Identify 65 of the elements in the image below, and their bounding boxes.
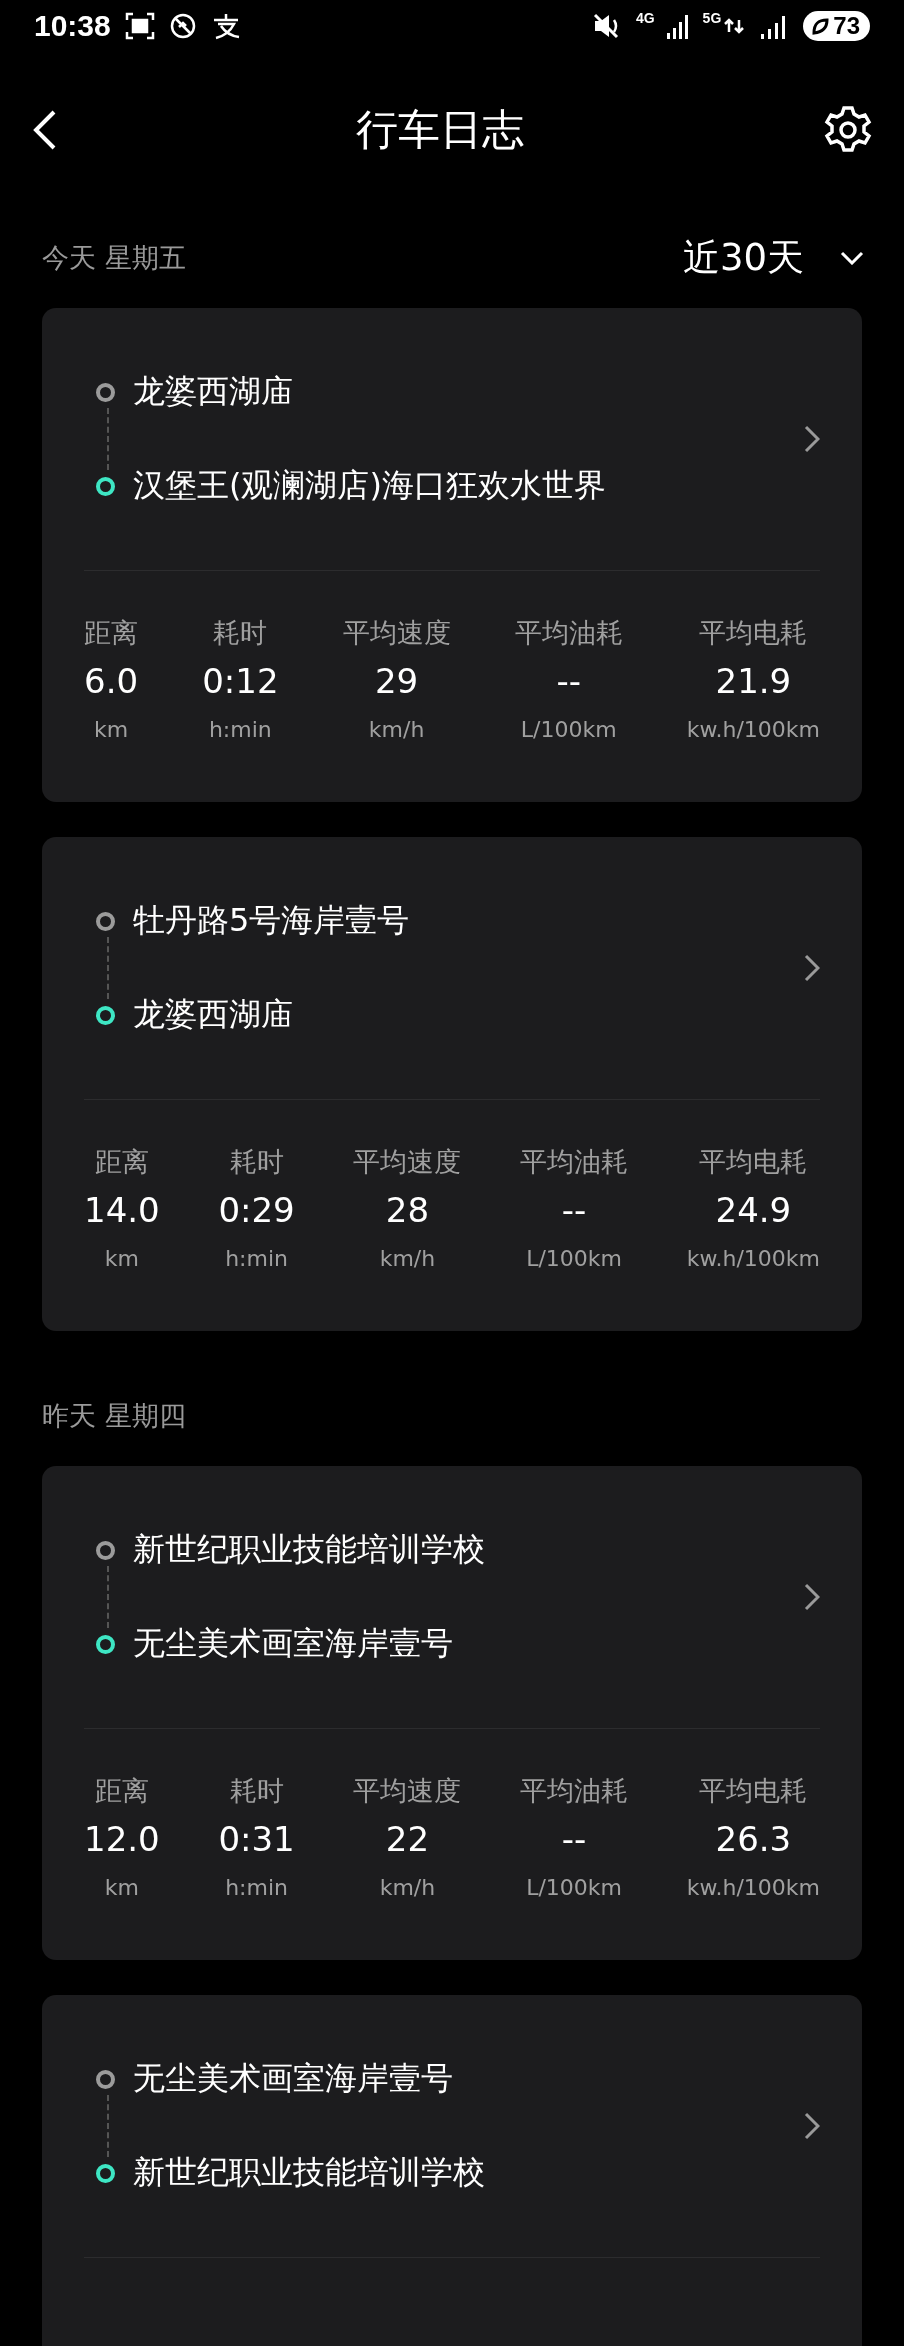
section-date: 今天 星期五	[42, 241, 186, 275]
end-location: 龙婆西湖庙	[133, 994, 293, 1035]
stat-unit: kw.h/100km	[686, 1875, 820, 1900]
stat-unit: h:min	[225, 1246, 288, 1271]
stat-label: 距离	[94, 1774, 149, 1808]
stat-label: 平均电耗	[699, 1145, 808, 1179]
stat-value: 0:29	[218, 1190, 295, 1230]
stat-value: --	[561, 1819, 587, 1859]
stat-unit: kw.h/100km	[686, 717, 820, 742]
stat-value: 6.0	[84, 661, 139, 701]
stat-label: 距离	[94, 1145, 149, 1179]
stat-label: 平均电耗	[699, 616, 808, 650]
status-time: 10:38	[34, 9, 111, 43]
stat-label: 平均油耗	[520, 1774, 629, 1808]
trip-card[interactable]: 新世纪职业技能培训学校 无尘美术画室海岸壹号 距离 12.0 km 耗时 0:31 h:min 平均速度 22 km/h 平均油耗 -- L/100km 平均电耗 26.3 kw.h/100km	[42, 1466, 862, 1960]
battery-indicator: 73	[803, 11, 870, 41]
stat-label: 平均油耗	[514, 616, 623, 650]
start-location: 龙婆西湖庙	[133, 371, 293, 412]
stat-value: 26.3	[715, 1819, 792, 1859]
stat-label: 距离	[84, 616, 139, 650]
stat-value: 14.0	[84, 1190, 160, 1230]
stat-value: --	[556, 661, 581, 701]
stat-value: 22	[385, 1819, 430, 1859]
stat-value: 0:31	[218, 1819, 295, 1859]
stat-label: 平均油耗	[520, 1145, 629, 1179]
stat-unit: L/100km	[526, 1246, 622, 1271]
stat-label: 平均电耗	[699, 1774, 808, 1808]
stat-value: 12.0	[84, 1819, 160, 1859]
stat-unit: km	[104, 1875, 139, 1900]
stat-label: 平均速度	[342, 616, 451, 650]
stat-unit: L/100km	[526, 1875, 622, 1900]
stat-value: 28	[385, 1190, 430, 1230]
stat-label: 平均速度	[353, 1774, 462, 1808]
stat-unit: L/100km	[520, 717, 617, 742]
start-location: 牡丹路5号海岸壹号	[133, 900, 410, 941]
stat-unit: km/h	[368, 717, 425, 742]
stat-unit: km/h	[379, 1246, 436, 1271]
section-date: 昨天 星期四	[42, 1399, 186, 1433]
date-range-dropdown[interactable]: 近30天	[682, 233, 864, 283]
start-location: 无尘美术画室海岸壹号	[133, 2058, 453, 2099]
stat-unit: kw.h/100km	[686, 1246, 820, 1271]
stat-value: 24.9	[715, 1190, 792, 1230]
stat-unit: h:min	[225, 1875, 288, 1900]
stat-label: 平均速度	[353, 1145, 462, 1179]
stat-unit: km	[104, 1246, 139, 1271]
trip-card[interactable]: 无尘美术画室海岸壹号 新世纪职业技能培训学校	[42, 1995, 862, 2346]
end-location: 汉堡王(观澜湖店)海口狂欢水世界	[133, 465, 606, 506]
end-location: 新世纪职业技能培训学校	[133, 2152, 485, 2193]
stat-value: 29	[374, 661, 419, 701]
stat-label: 耗时	[229, 1145, 284, 1179]
network-type: 4G	[635, 10, 655, 26]
end-location: 无尘美术画室海岸壹号	[133, 1623, 453, 1664]
stat-unit: km	[93, 717, 129, 742]
trip-card[interactable]: 龙婆西湖庙 汉堡王(观澜湖店)海口狂欢水世界 距离 6.0 km 耗时 0:12 h:min 平均速度 29 km/h 平均油耗 -- L/100km 平均电耗 21.9 kw.h/100km	[42, 308, 862, 802]
stat-value: 0:12	[202, 661, 279, 701]
stat-unit: km/h	[379, 1875, 436, 1900]
stat-value: --	[561, 1190, 587, 1230]
stat-label: 耗时	[229, 1774, 284, 1808]
network-type: 5G	[702, 10, 722, 26]
start-location: 新世纪职业技能培训学校	[133, 1529, 485, 1570]
stat-label: 耗时	[213, 616, 268, 650]
trip-card[interactable]: 牡丹路5号海岸壹号 龙婆西湖庙 距离 14.0 km 耗时 0:29 h:min 平均速度 28 km/h 平均油耗 -- L/100km 平均电耗 24.9 kw.h/100km	[42, 837, 862, 1331]
stat-unit: h:min	[208, 717, 272, 742]
page-title: 行车日志	[356, 104, 524, 156]
stat-value: 21.9	[715, 661, 792, 701]
